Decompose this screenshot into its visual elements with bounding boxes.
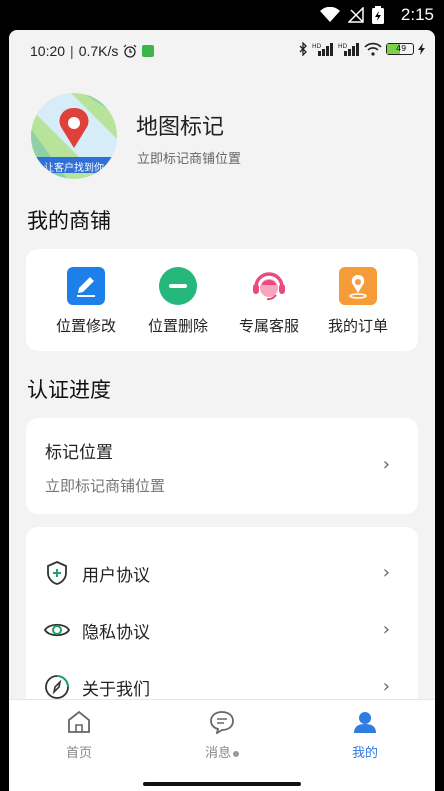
app-name: 地图标记 — [136, 115, 225, 140]
customer-service-button[interactable]: 专属客服 — [229, 267, 309, 336]
user-agreement-row[interactable]: 用户协议 › — [26, 552, 418, 596]
home-icon — [68, 710, 90, 733]
tab-messages-text: 消息 — [204, 746, 231, 761]
wifi-icon — [364, 42, 382, 56]
chevron-right-icon: › — [382, 676, 390, 697]
tab-messages[interactable]: 消息 — [182, 710, 262, 761]
shop-section-title: 我的商铺 — [27, 209, 111, 233]
shop-card: 位置修改 位置删除 专属客服 我的订单 — [26, 249, 418, 351]
no-signal-icon — [348, 7, 364, 23]
bottom-tab-bar: 首页 消息 我的 — [9, 699, 435, 791]
eye-icon — [44, 623, 70, 637]
inner-status-bar: 10:20 | 0.7K/s HD HD 49 — [9, 30, 435, 74]
delete-location-button[interactable]: 位置删除 — [138, 267, 218, 336]
signal-icon-2: HD — [338, 43, 359, 56]
bluetooth-icon — [299, 42, 307, 56]
mark-location-title: 标记位置 — [45, 443, 113, 463]
battery-level: 49 — [396, 44, 407, 53]
chevron-right-icon: › — [382, 454, 390, 475]
shield-plus-icon — [47, 561, 67, 585]
status-divider: | — [70, 43, 74, 59]
compass-icon — [45, 675, 69, 699]
edit-location-label: 位置修改 — [55, 317, 116, 335]
progress-section-title: 认证进度 — [27, 378, 111, 402]
customer-service-icon — [250, 267, 288, 305]
chat-icon — [210, 711, 234, 735]
privacy-policy-label: 隐私协议 — [82, 623, 150, 643]
system-status-bar: 2:15 — [0, 0, 444, 30]
chevron-right-icon: › — [382, 562, 390, 583]
edit-location-button[interactable]: 位置修改 — [46, 267, 126, 336]
user-agreement-label: 用户协议 — [82, 566, 150, 586]
charging-icon — [418, 43, 425, 55]
about-us-label: 关于我们 — [82, 680, 150, 700]
system-status-icons — [320, 6, 384, 24]
inner-time: 10:20 — [30, 43, 66, 59]
app-screen: 10:20 | 0.7K/s HD HD 49 让客户找到你 地图标记 立即标记… — [9, 30, 435, 791]
tab-mine-label: 我的 — [351, 746, 378, 761]
menu-card: 用户协议 › 隐私协议 › 关于我们 › — [26, 527, 418, 717]
battery-charging-icon — [372, 6, 384, 24]
system-time: 2:15 — [400, 5, 434, 24]
app-notification-icon — [142, 45, 155, 57]
signal-icon: HD — [312, 43, 333, 56]
mark-location-card[interactable]: 标记位置 立即标记商铺位置 › — [26, 418, 418, 514]
my-orders-label: 我的订单 — [327, 317, 388, 335]
my-orders-button[interactable]: 我的订单 — [318, 267, 398, 336]
tab-messages-label: 消息 — [182, 742, 262, 761]
unread-dot — [233, 750, 239, 757]
mark-location-subtitle: 立即标记商铺位置 — [45, 477, 166, 495]
app-subtitle: 立即标记商铺位置 — [137, 152, 242, 167]
customer-service-label: 专属客服 — [238, 317, 299, 335]
privacy-policy-row[interactable]: 隐私协议 › — [26, 609, 418, 653]
location-pin-icon — [339, 267, 377, 305]
gesture-bar[interactable] — [143, 782, 301, 786]
logo-caption: 让客户找到你 — [44, 163, 104, 174]
tab-home-label: 首页 — [65, 746, 92, 761]
alarm-icon — [123, 44, 137, 58]
user-icon — [354, 712, 376, 733]
svg-text:HD: HD — [338, 43, 348, 50]
chevron-right-icon: › — [382, 619, 390, 640]
app-logo: 让客户找到你 — [31, 93, 117, 179]
svg-text:HD: HD — [312, 43, 322, 50]
minus-circle-icon — [159, 267, 197, 305]
wifi-icon — [320, 7, 340, 22]
battery-indicator: 49 — [386, 43, 414, 55]
tab-home[interactable]: 首页 — [39, 710, 119, 761]
edit-icon — [67, 267, 105, 305]
tab-mine[interactable]: 我的 — [325, 710, 405, 761]
net-speed: 0.7K/s — [78, 43, 119, 59]
delete-location-label: 位置删除 — [147, 317, 208, 335]
